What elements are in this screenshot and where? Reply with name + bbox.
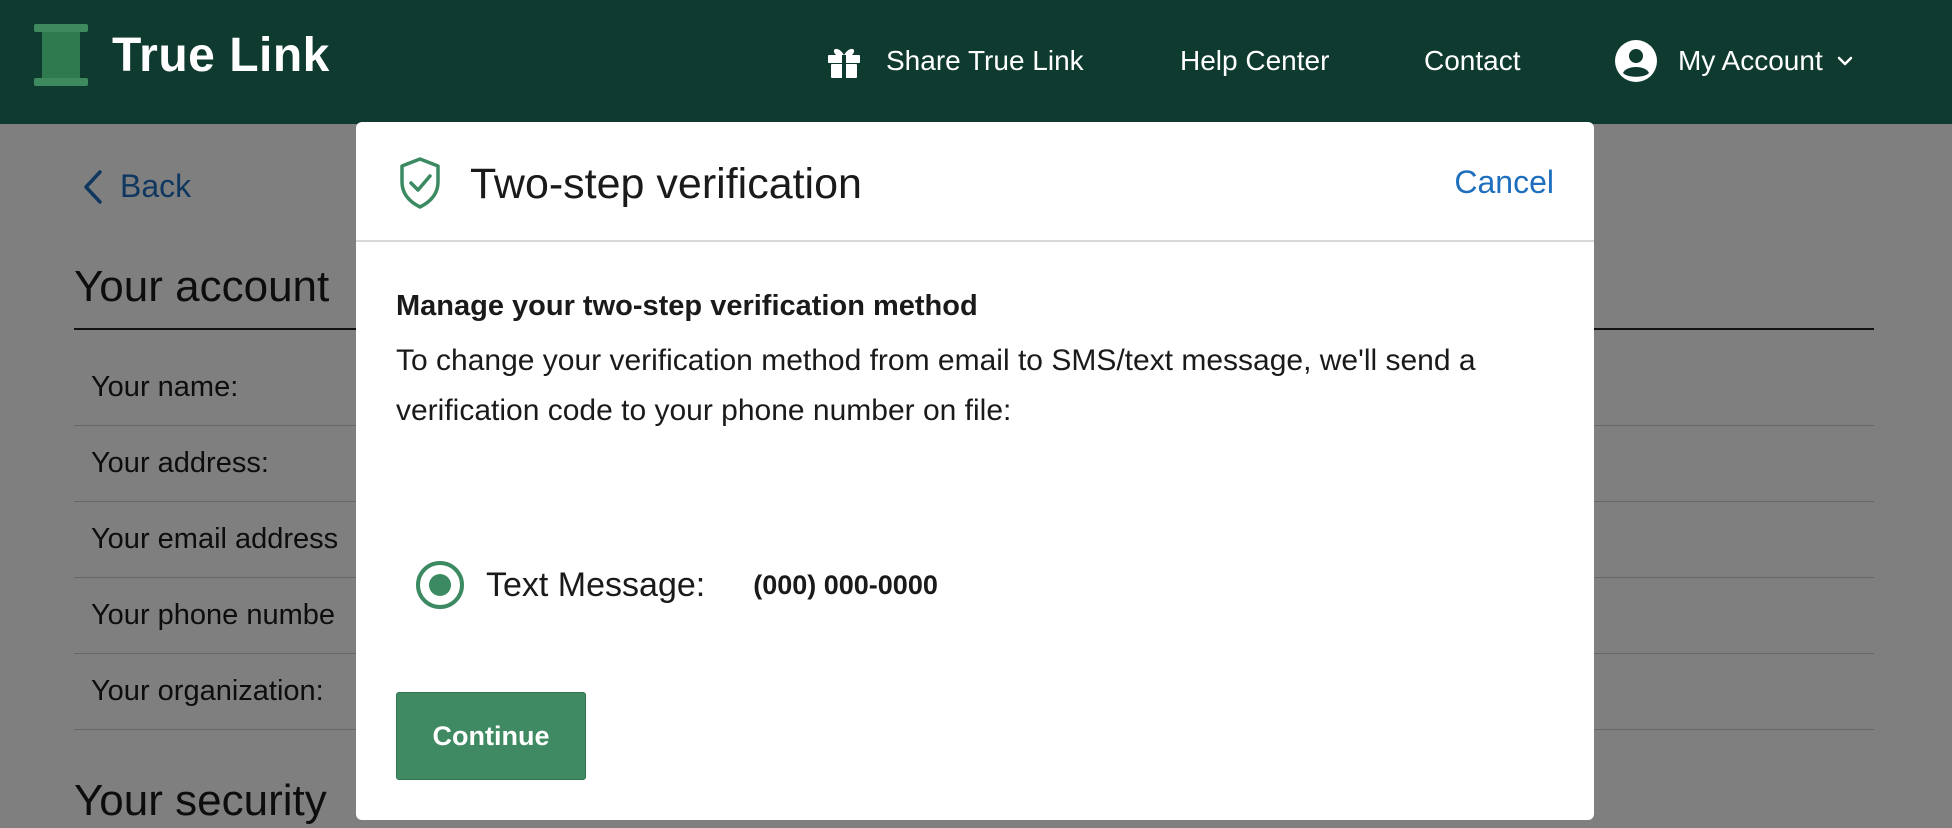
two-step-verification-modal: Two-step verification Cancel Manage your… <box>356 122 1594 820</box>
account-circle-icon <box>1615 40 1657 82</box>
top-navigation-bar: True Link Share True Link Help Center Co… <box>0 0 1952 124</box>
modal-header: Two-step verification Cancel <box>356 122 1594 242</box>
nav-share-label: Share True Link <box>886 45 1084 76</box>
modal-heading: Manage your two-step verification method <box>396 290 978 322</box>
text-message-radio[interactable] <box>416 561 464 609</box>
radio-selected-dot <box>429 574 451 596</box>
nav-help-label: Help Center <box>1180 45 1330 76</box>
modal-description: To change your verification method from … <box>396 344 1476 427</box>
phone-number-value: (000) 000-0000 <box>753 569 938 600</box>
shield-check-icon <box>400 157 440 209</box>
cancel-link[interactable]: Cancel <box>1454 164 1554 201</box>
logo-spool-icon <box>34 24 88 86</box>
true-link-logo[interactable]: True Link <box>34 22 330 88</box>
modal-title: Two-step verification <box>470 160 862 208</box>
chevron-down-icon <box>1837 56 1852 66</box>
nav-help-center-link[interactable]: Help Center <box>1180 34 1329 88</box>
nav-my-account-menu[interactable]: My Account <box>1614 34 1855 88</box>
nav-contact-link[interactable]: Contact <box>1424 34 1521 88</box>
nav-share-link[interactable]: Share True Link <box>824 34 1084 88</box>
nav-contact-label: Contact <box>1424 45 1521 76</box>
continue-button[interactable]: Continue <box>396 692 586 780</box>
nav-account-label: My Account <box>1678 45 1823 76</box>
text-message-option[interactable]: Text Message: (000) 000-0000 <box>416 560 938 610</box>
brand-name: True Link <box>112 28 330 82</box>
text-message-label: Text Message: <box>486 565 706 604</box>
gift-icon <box>828 48 860 78</box>
